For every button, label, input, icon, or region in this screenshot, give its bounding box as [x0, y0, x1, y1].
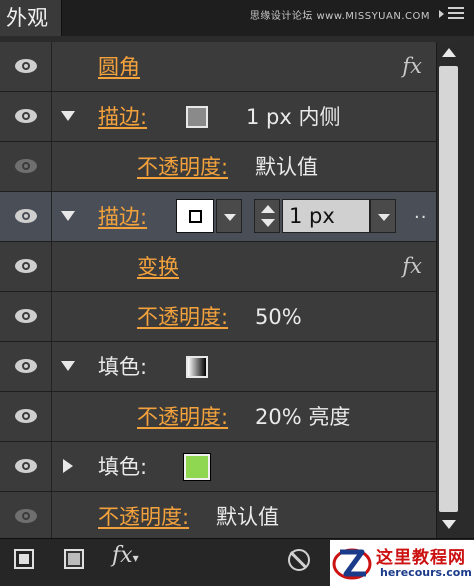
appearance-row-rounded-corners[interactable]: 圆角 fx	[0, 42, 436, 92]
opacity-link[interactable]: 不透明度:	[98, 504, 189, 530]
appearance-row-stroke-2[interactable]: 描边: 1 px ..	[0, 192, 436, 242]
overflow-indicator: ..	[414, 202, 428, 223]
stroke-weight-input[interactable]: 1 px	[282, 199, 370, 233]
visibility-toggle[interactable]	[0, 242, 52, 291]
appearance-row-stroke-1[interactable]: 描边: 1 px 内侧	[0, 92, 436, 142]
stroke-link[interactable]: 描边:	[98, 204, 147, 230]
fill-color-swatch[interactable]	[183, 453, 211, 481]
panel-tab-bar: 外观 思缘设计论坛 www.MISSYUAN.COM	[0, 0, 474, 36]
eye-icon	[15, 309, 37, 323]
appearance-row-opacity-object[interactable]: 不透明度: 默认值	[0, 492, 436, 538]
watermark-text: 思缘设计论坛 www.MISSYUAN.COM	[249, 11, 430, 22]
opacity-value: 20% 亮度	[255, 405, 351, 429]
caret-down-icon: ▾	[132, 551, 139, 565]
tab-appearance[interactable]: 外观	[0, 0, 62, 36]
visibility-toggle[interactable]	[0, 392, 52, 441]
visibility-toggle[interactable]	[0, 42, 52, 91]
add-effect-button[interactable]: fx▾	[112, 543, 139, 568]
scroll-thumb[interactable]	[439, 66, 458, 512]
stroke-weight-stepper[interactable]	[254, 199, 280, 233]
fill-label: 填色:	[98, 455, 148, 479]
panel-menu-icon[interactable]	[439, 7, 464, 21]
eye-icon	[15, 409, 37, 423]
scroll-up-icon[interactable]	[442, 48, 456, 57]
chevron-down-icon	[224, 214, 236, 221]
list-scrollbar[interactable]	[436, 42, 460, 538]
stroke-square-icon	[189, 210, 202, 223]
stroke-color-swatch[interactable]	[186, 106, 208, 128]
fx-icon: fx	[112, 543, 133, 568]
appearance-row-opacity-3[interactable]: 不透明度: 20% 亮度	[0, 392, 436, 442]
eye-icon	[15, 509, 37, 523]
eye-icon	[15, 359, 37, 373]
triangle-right-icon[interactable]	[63, 459, 73, 473]
stroke-color-dropdown[interactable]	[216, 199, 242, 233]
opacity-value: 默认值	[255, 155, 318, 179]
visibility-toggle[interactable]	[0, 442, 52, 491]
fill-label: 填色:	[98, 355, 148, 379]
appearance-list: 圆角 fx 描边: 1 px 内侧 不透明度: 默认值 描边: 1 px ..	[0, 42, 436, 538]
appearance-row-fill-2[interactable]: 填色:	[0, 442, 436, 492]
opacity-link[interactable]: 不透明度:	[137, 304, 228, 330]
logo-title: 这里教程网	[376, 548, 466, 568]
appearance-row-fill-1[interactable]: 填色:	[0, 342, 436, 392]
stroke-color-picker[interactable]	[176, 199, 214, 233]
triangle-down-icon[interactable]	[61, 361, 75, 371]
fx-icon: fx	[402, 54, 422, 78]
logo-mark-icon	[332, 548, 372, 580]
eye-icon	[15, 209, 37, 223]
appearance-row-opacity-2[interactable]: 不透明度: 50%	[0, 292, 436, 342]
visibility-toggle[interactable]	[0, 342, 52, 391]
stroke-link[interactable]: 描边:	[98, 104, 147, 130]
scroll-down-icon[interactable]	[442, 520, 456, 529]
clear-appearance-icon[interactable]	[288, 549, 310, 571]
transform-link[interactable]: 变换	[137, 254, 179, 280]
visibility-toggle[interactable]	[0, 192, 52, 241]
chevron-down-icon	[378, 214, 390, 221]
fill-gradient-swatch[interactable]	[186, 356, 208, 378]
site-logo: 这里教程网 herecours.com	[330, 540, 474, 586]
triangle-down-icon[interactable]	[61, 211, 75, 221]
appearance-row-transform[interactable]: 变换 fx	[0, 242, 436, 292]
appearance-row-opacity-1[interactable]: 不透明度: 默认值	[0, 142, 436, 192]
visibility-toggle[interactable]	[0, 92, 52, 141]
add-stroke-icon[interactable]	[14, 549, 34, 569]
opacity-value: 50%	[255, 305, 302, 329]
eye-icon	[15, 59, 37, 73]
opacity-value: 默认值	[216, 505, 279, 529]
fx-icon: fx	[402, 254, 422, 278]
logo-url: herecours.com	[380, 566, 472, 579]
eye-icon	[15, 459, 37, 473]
visibility-toggle[interactable]	[0, 492, 52, 538]
opacity-link[interactable]: 不透明度:	[137, 154, 228, 180]
stepper-down-icon[interactable]	[261, 219, 275, 227]
stroke-weight-dropdown[interactable]	[370, 199, 396, 233]
add-fill-icon[interactable]	[64, 549, 84, 569]
eye-icon	[15, 109, 37, 123]
stroke-value: 1 px 内侧	[246, 105, 341, 129]
eye-icon	[15, 259, 37, 273]
visibility-toggle[interactable]	[0, 142, 52, 191]
stepper-up-icon[interactable]	[261, 205, 275, 213]
visibility-toggle[interactable]	[0, 292, 52, 341]
eye-icon	[15, 159, 37, 173]
triangle-down-icon[interactable]	[61, 111, 75, 121]
effect-link[interactable]: 圆角	[98, 54, 140, 80]
opacity-link[interactable]: 不透明度:	[137, 404, 228, 430]
